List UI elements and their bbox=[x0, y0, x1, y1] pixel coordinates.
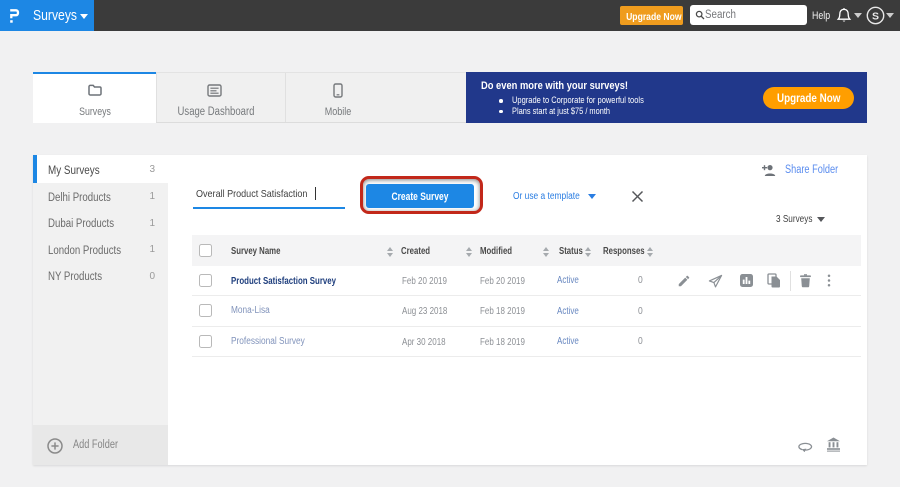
svg-text:S: S bbox=[872, 10, 879, 22]
